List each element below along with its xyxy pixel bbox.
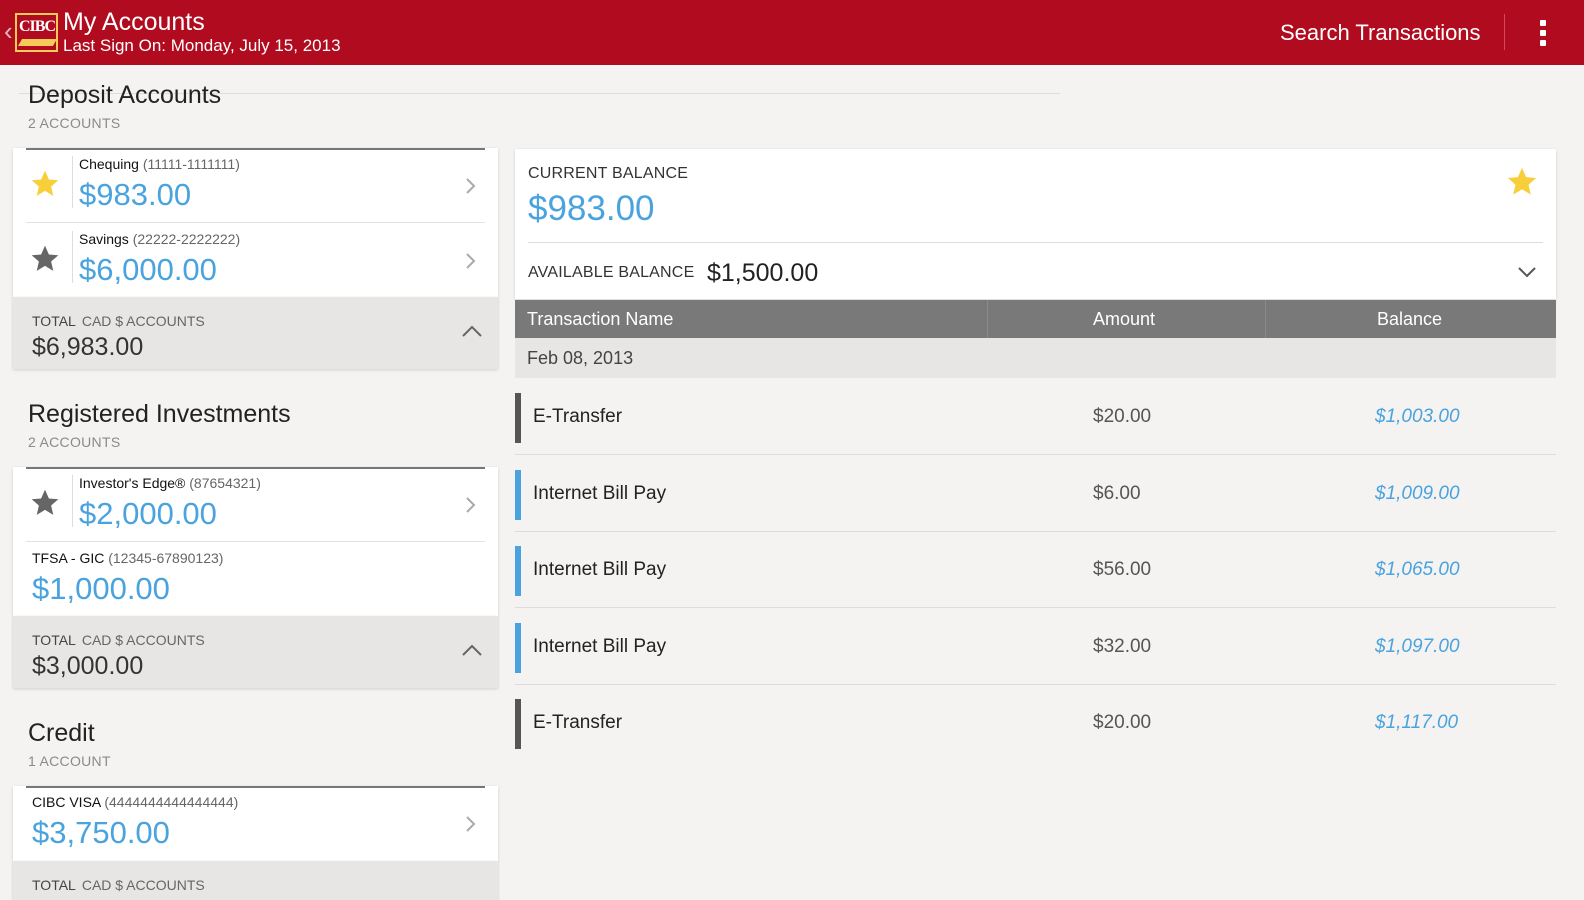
transaction-balance: $1,003.00 (1375, 406, 1460, 427)
transaction-balance: $1,009.00 (1375, 483, 1460, 504)
registered-investments-heading: Registered Investments (28, 400, 291, 428)
account-row-tfsa-gic[interactable]: TFSA - GIC (12345-67890123) $1,000.00 (13, 542, 498, 617)
chevron-right-icon (466, 816, 476, 832)
type-indicator (515, 470, 521, 520)
table-row[interactable]: E-Transfer $20.00 $1,117.00 (515, 685, 1556, 761)
chevron-right-icon (466, 178, 476, 194)
action-divider (1504, 14, 1505, 50)
total-value: $6,983.00 (32, 333, 144, 361)
total-label: TOTAL CAD $ ACCOUNTS (32, 313, 205, 329)
current-balance-value: $983.00 (528, 189, 655, 228)
transaction-name: Internet Bill Pay (533, 559, 667, 580)
star-icon[interactable] (29, 243, 61, 275)
account-amount: $1,000.00 (32, 571, 170, 606)
deposit-total[interactable]: TOTAL CAD $ ACCOUNTS $6,983.00 (13, 297, 498, 369)
registered-total[interactable]: TOTAL CAD $ ACCOUNTS $3,000.00 (13, 616, 498, 688)
type-indicator (515, 546, 521, 596)
transaction-name: Internet Bill Pay (533, 636, 667, 657)
transaction-amount: $6.00 (1093, 483, 1141, 504)
credit-heading: Credit (28, 719, 95, 747)
transaction-balance: $1,065.00 (1375, 559, 1460, 580)
logo-swoosh (17, 39, 58, 46)
favorite-star-icon[interactable] (1505, 165, 1539, 199)
transaction-balance: $1,117.00 (1375, 712, 1459, 733)
page-title: My Accounts (63, 8, 205, 36)
account-row-savings[interactable]: Savings (22222-2222222) $6,000.00 (13, 223, 498, 298)
back-chevron-icon[interactable]: ‹ (4, 18, 13, 44)
total-value: $3,000.00 (32, 652, 144, 680)
transaction-name: E-Transfer (533, 712, 623, 733)
account-detail-panel: CURRENT BALANCE $983.00 AVAILABLE BALANC… (515, 149, 1556, 299)
transaction-amount: $20.00 (1093, 406, 1152, 427)
current-balance-label: CURRENT BALANCE (528, 165, 689, 182)
type-indicator (515, 393, 521, 443)
credit-total[interactable]: TOTAL CAD $ ACCOUNTS (13, 861, 498, 900)
account-name: Savings (22222-2222222) (79, 231, 241, 247)
transactions-table-header: Transaction Name Amount Balance (515, 300, 1556, 338)
transaction-amount: $32.00 (1093, 636, 1152, 657)
type-indicator (515, 623, 521, 673)
credit-count: 1 ACCOUNT (28, 753, 111, 769)
transaction-name: E-Transfer (533, 406, 623, 427)
transaction-balance: $1,097.00 (1375, 636, 1460, 657)
available-balance-label: AVAILABLE BALANCE (528, 264, 695, 281)
total-label: TOTAL CAD $ ACCOUNTS (32, 632, 205, 648)
account-row-chequing[interactable]: Chequing (11111-1111111) $983.00 (13, 148, 498, 223)
date-label: Feb 08, 2013 (527, 348, 634, 368)
registered-investments-count: 2 ACCOUNTS (28, 434, 121, 450)
account-amount: $2,000.00 (79, 496, 217, 531)
deposit-accounts-count: 2 ACCOUNTS (28, 115, 121, 131)
available-balance-value: $1,500.00 (707, 259, 819, 287)
account-name: CIBC VISA (4444444444444444) (32, 794, 239, 810)
account-row-cibc-visa[interactable]: CIBC VISA (4444444444444444) $3,750.00 (13, 786, 498, 861)
favorite-star-icon[interactable] (29, 168, 61, 200)
chevron-right-icon (466, 253, 476, 269)
total-label: TOTAL CAD $ ACCOUNTS (32, 877, 205, 893)
deposit-accounts-card: Chequing (11111-1111111) $983.00 Savings… (13, 148, 498, 297)
col-amount[interactable]: Amount (1093, 309, 1155, 330)
transaction-amount: $20.00 (1093, 712, 1152, 733)
account-amount: $3,750.00 (32, 815, 170, 850)
star-icon[interactable] (29, 487, 61, 519)
table-row[interactable]: Internet Bill Pay $32.00 $1,097.00 (515, 609, 1556, 685)
action-bar: ‹ CIBC My Accounts Last Sign On: Monday,… (0, 0, 1584, 94)
credit-card-list: CIBC VISA (4444444444444444) $3,750.00 (13, 786, 498, 861)
account-amount: $6,000.00 (79, 252, 217, 287)
collapse-caret-icon[interactable] (461, 324, 483, 338)
date-group-header: Feb 08, 2013 (515, 338, 1556, 378)
account-amount: $983.00 (79, 177, 192, 212)
deposit-accounts-heading: Deposit Accounts (28, 81, 222, 109)
table-row[interactable]: E-Transfer $20.00 $1,003.00 (515, 379, 1556, 455)
transaction-amount: $56.00 (1093, 559, 1152, 580)
type-indicator (515, 699, 521, 749)
table-row[interactable]: Internet Bill Pay $6.00 $1,009.00 (515, 456, 1556, 532)
chevron-down-icon[interactable] (1517, 266, 1537, 278)
chevron-right-icon (466, 497, 476, 513)
search-transactions-button[interactable]: Search Transactions (1280, 20, 1481, 46)
account-row-investors-edge[interactable]: Investor's Edge® (87654321) $2,000.00 (13, 467, 498, 542)
account-name: TFSA - GIC (12345-67890123) (32, 550, 224, 566)
cibc-logo[interactable]: CIBC (15, 13, 1060, 94)
account-name: Investor's Edge® (87654321) (79, 475, 261, 491)
table-row[interactable]: Internet Bill Pay $56.00 $1,065.00 (515, 532, 1556, 608)
collapse-caret-icon[interactable] (461, 643, 483, 657)
transaction-name: Internet Bill Pay (533, 483, 667, 504)
registered-investments-card: Investor's Edge® (87654321) $2,000.00 TF… (13, 467, 498, 616)
last-sign-on: Last Sign On: Monday, July 15, 2013 (63, 36, 341, 55)
account-name: Chequing (11111-1111111) (79, 156, 240, 172)
overflow-menu-icon[interactable] (1540, 20, 1546, 46)
col-balance[interactable]: Balance (1377, 309, 1442, 330)
col-transaction-name[interactable]: Transaction Name (527, 309, 673, 330)
